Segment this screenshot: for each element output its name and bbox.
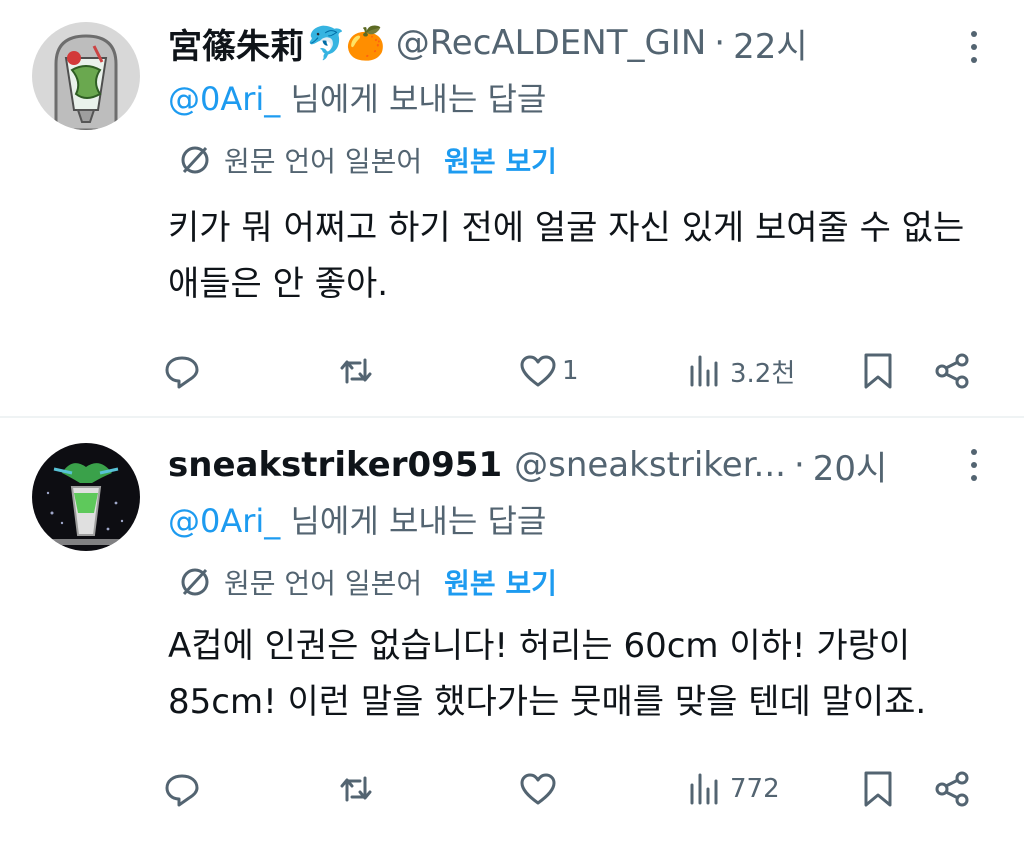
translation-notice: 원문 언어 일본어 원본 보기	[178, 562, 557, 602]
display-name[interactable]: 宮篠朱莉	[168, 19, 304, 68]
translate-icon	[181, 146, 209, 174]
show-original-link[interactable]: 원본 보기	[444, 562, 557, 602]
timestamp[interactable]: 22시	[733, 19, 808, 68]
retweet-button[interactable]	[336, 764, 380, 814]
reply-mention-link[interactable]: @0Ari_	[168, 502, 280, 540]
view-count: 3.2천	[730, 358, 796, 389]
views-button[interactable]: 3.2천	[686, 346, 795, 396]
tweet-text: A컵에 인권은 없습니다! 허리는 60cm 이하! 가랑이 85cm! 이런 …	[168, 626, 927, 722]
views-icon	[690, 355, 718, 387]
reply-mention-link[interactable]: @0Ari_	[168, 80, 280, 118]
timestamp[interactable]: 20시	[813, 441, 888, 490]
action-bar: 772	[162, 764, 982, 814]
retweet-icon	[340, 358, 372, 384]
user-handle[interactable]: @sneakstriker...	[514, 445, 786, 485]
bookmark-icon	[864, 771, 892, 807]
tweet-header: 宮篠朱莉 🐬🍊 @RecALDENT_GIN · 22시	[168, 18, 808, 68]
share-button[interactable]	[932, 346, 972, 396]
tweet[interactable]: 宮篠朱莉 🐬🍊 @RecALDENT_GIN · 22시 @0Ari_ 님에게 …	[0, 0, 1024, 418]
more-icon[interactable]	[964, 22, 984, 72]
bookmark-button[interactable]	[858, 764, 898, 814]
tweet[interactable]: sneakstriker0951 @sneakstriker... · 20시 …	[0, 418, 1024, 844]
reply-button[interactable]	[162, 764, 206, 814]
show-original-link[interactable]: 원본 보기	[444, 140, 557, 180]
share-icon	[935, 353, 969, 389]
views-icon	[690, 773, 718, 805]
tweet-text: 키가 뭐 어쩌고 하기 전에 얼굴 자신 있게 보여줄 수 없는 애들은 안 좋…	[168, 208, 965, 304]
user-handle[interactable]: @RecALDENT_GIN	[396, 23, 707, 63]
view-count: 772	[730, 774, 780, 804]
action-bar: 1 3.2천	[162, 346, 982, 396]
like-count: 1	[562, 356, 579, 386]
share-button[interactable]	[932, 764, 972, 814]
original-language-label: 원문 언어 일본어	[224, 567, 423, 600]
retweet-icon	[340, 776, 372, 802]
reply-button[interactable]	[162, 346, 206, 396]
reply-context: @0Ari_ 님에게 보내는 답글	[168, 74, 546, 120]
like-button[interactable]: 1	[518, 346, 579, 396]
tweet-header: sneakstriker0951 @sneakstriker... · 20시	[168, 440, 887, 490]
translation-notice: 원문 언어 일본어 원본 보기	[178, 140, 557, 180]
display-name[interactable]: sneakstriker0951	[168, 445, 502, 485]
original-language-label: 원문 언어 일본어	[224, 145, 423, 178]
reply-context: @0Ari_ 님에게 보내는 답글	[168, 496, 546, 542]
retweet-button[interactable]	[336, 346, 380, 396]
separator-dot: ·	[714, 23, 726, 63]
views-button[interactable]: 772	[686, 764, 780, 814]
separator-dot: ·	[793, 445, 805, 485]
reply-context-label: 님에게 보내는 답글	[280, 502, 547, 540]
reply-icon	[165, 774, 199, 807]
avatar[interactable]	[32, 22, 140, 130]
like-icon	[520, 773, 556, 805]
like-icon	[520, 355, 556, 387]
bookmark-icon	[864, 353, 892, 389]
bookmark-button[interactable]	[858, 346, 898, 396]
share-icon	[935, 771, 969, 807]
avatar[interactable]	[32, 443, 140, 551]
name-emojis: 🐬🍊	[306, 24, 386, 62]
reply-icon	[165, 356, 199, 389]
like-button[interactable]	[518, 764, 562, 814]
reply-context-label: 님에게 보내는 답글	[280, 80, 547, 118]
more-icon[interactable]	[964, 440, 984, 490]
translate-icon	[181, 568, 209, 596]
